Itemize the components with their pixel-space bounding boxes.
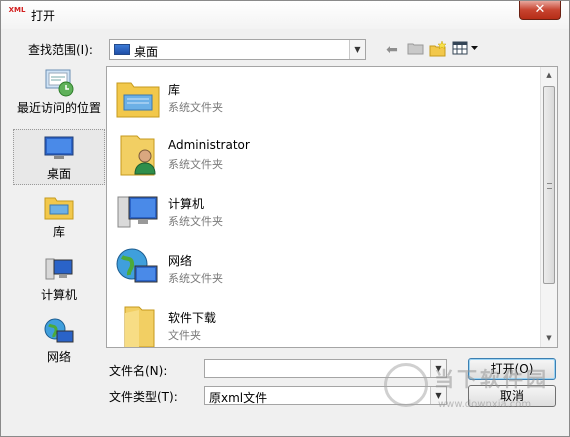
sidebar-item-recent-places[interactable]: 最近访问的位置 bbox=[13, 68, 105, 126]
xml-app-icon: XML bbox=[8, 6, 26, 14]
sidebar-item-network[interactable]: 网络 bbox=[13, 317, 105, 365]
scroll-up-icon[interactable]: ▲ bbox=[541, 67, 557, 84]
filetype-select[interactable]: 原xml文件 ▼ bbox=[204, 386, 447, 405]
user-folder-icon bbox=[120, 135, 156, 176]
close-icon: ✕ bbox=[534, 2, 546, 17]
file-name: 库 bbox=[168, 83, 181, 97]
up-folder-icon[interactable] bbox=[405, 41, 425, 59]
title-bar[interactable]: XML 打开 ✕ bbox=[1, 1, 569, 29]
chevron-down-icon[interactable]: ▼ bbox=[349, 40, 365, 59]
recent-places-icon bbox=[45, 69, 74, 97]
sidebar-item-desktop[interactable]: 桌面 bbox=[13, 129, 105, 185]
new-folder-icon[interactable] bbox=[428, 40, 448, 59]
chevron-down-icon[interactable]: ▼ bbox=[430, 360, 446, 377]
sidebar-item-computer[interactable]: 计算机 bbox=[13, 255, 105, 303]
folder-icon bbox=[124, 306, 155, 347]
libraries-icon bbox=[44, 197, 74, 220]
look-in-combo[interactable]: 桌面 ▼ bbox=[109, 39, 366, 60]
view-menu-icon[interactable] bbox=[452, 41, 480, 59]
file-name: Administrator bbox=[168, 138, 250, 152]
sidebar-item-label: 最近访问的位置 bbox=[16, 101, 101, 115]
sidebar-item-label: 库 bbox=[52, 225, 65, 239]
open-dialog: XML 打开 ✕ 查找范围(I): 桌面 ▼ ⬅ 最近访问的位置 桌面 库 计算… bbox=[0, 0, 570, 437]
scroll-thumb[interactable] bbox=[543, 86, 555, 284]
cancel-button[interactable]: 取消 bbox=[468, 385, 556, 407]
file-type: 系统文件夹 bbox=[168, 158, 223, 171]
close-button[interactable]: ✕ bbox=[519, 1, 561, 20]
filetype-value: 原xml文件 bbox=[209, 391, 268, 405]
file-name: 网络 bbox=[168, 254, 193, 268]
network-icon bbox=[44, 318, 74, 343]
look-in-label: 查找范围(I): bbox=[28, 43, 93, 57]
list-item[interactable]: 软件下载 文件夹 bbox=[107, 295, 537, 347]
file-name: 软件下载 bbox=[168, 311, 217, 325]
file-list[interactable]: 库 系统文件夹 Administrator 系统文件夹 计算机 系统文件夹 网络… bbox=[106, 66, 558, 348]
computer-icon bbox=[117, 196, 158, 228]
libraries-folder-icon bbox=[116, 82, 160, 118]
vertical-scrollbar[interactable]: ▲ ▼ bbox=[540, 67, 557, 347]
file-type: 系统文件夹 bbox=[168, 215, 223, 228]
network-icon bbox=[116, 248, 158, 283]
sidebar-item-libraries[interactable]: 库 bbox=[13, 192, 105, 240]
sidebar-item-label: 计算机 bbox=[40, 288, 77, 302]
computer-icon bbox=[45, 258, 73, 280]
filename-label: 文件名(N): bbox=[109, 364, 168, 378]
open-button[interactable]: 打开(O) bbox=[468, 358, 556, 380]
chevron-down-icon[interactable]: ▼ bbox=[430, 387, 446, 404]
window-title: 打开 bbox=[31, 9, 56, 23]
file-type: 系统文件夹 bbox=[168, 272, 223, 285]
scroll-down-icon[interactable]: ▼ bbox=[541, 330, 557, 347]
filename-field[interactable]: ▼ bbox=[204, 359, 447, 378]
list-item[interactable]: 网络 系统文件夹 bbox=[107, 238, 537, 294]
sidebar-item-label: 桌面 bbox=[46, 167, 71, 181]
file-name: 计算机 bbox=[168, 197, 205, 211]
list-item[interactable]: Administrator 系统文件夹 bbox=[107, 124, 537, 180]
places-sidebar: 最近访问的位置 桌面 库 计算机 网络 bbox=[13, 66, 105, 375]
back-arrow-icon[interactable]: ⬅ bbox=[383, 41, 401, 59]
file-type: 文件夹 bbox=[168, 329, 201, 342]
list-item[interactable]: 库 系统文件夹 bbox=[107, 67, 537, 123]
filetype-label: 文件类型(T): bbox=[109, 390, 178, 404]
sidebar-item-label: 网络 bbox=[46, 350, 71, 364]
look-in-value: 桌面 bbox=[134, 45, 159, 59]
desktop-icon bbox=[44, 136, 74, 159]
list-item[interactable]: 计算机 系统文件夹 bbox=[107, 181, 537, 237]
file-type: 系统文件夹 bbox=[168, 101, 223, 114]
desktop-icon bbox=[114, 44, 130, 55]
